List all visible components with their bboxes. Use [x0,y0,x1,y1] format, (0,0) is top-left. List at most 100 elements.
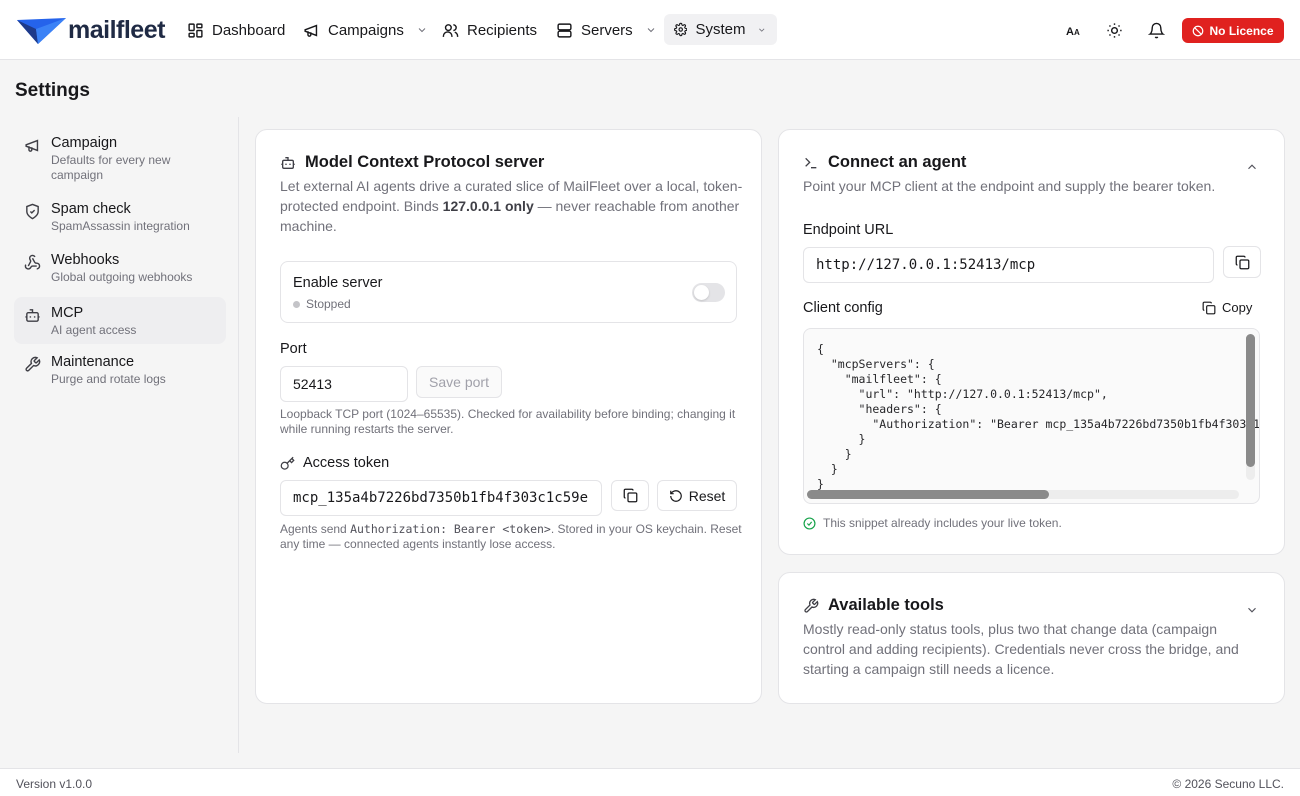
theme-sun-icon[interactable] [1104,20,1124,40]
mailfleet-logo-icon [17,18,66,44]
page-title: Settings [15,80,90,101]
sidebar-item-subtitle: Global outgoing webhooks [51,270,193,284]
copy-token-button[interactable] [611,480,649,511]
nav-servers-label: Servers [581,21,633,39]
card-title: Connect an agent [803,153,966,172]
sidebar-item-maintenance[interactable]: Maintenance Purge and rotate logs [14,346,226,394]
sidebar-item-label: Campaign [51,135,118,151]
available-tools-card: Available tools Mostly read-only status … [778,572,1285,704]
nav-campaigns-label: Campaigns [328,21,404,39]
megaphone-icon [304,24,318,37]
sidebar-item-mcp[interactable]: MCP AI agent access [14,297,226,344]
enable-server-row: Enable server Stopped [280,261,737,323]
sidebar-item-subtitle: AI agent access [51,323,137,337]
nav-recipients[interactable]: Recipients [432,14,547,46]
card-title: Model Context Protocol server [280,153,544,172]
key-icon [280,456,295,470]
svg-text:A: A [1066,26,1074,37]
access-token-input[interactable]: mcp_135a4b7226bd7350b1fb4f303c1c59e [280,480,602,516]
port-input[interactable]: 52413 [280,366,408,402]
no-licence-button[interactable]: No Licence [1182,18,1284,43]
shield-icon [26,203,39,220]
wrench-icon [804,598,819,613]
token-help-code: Authorization: Bearer <token> [350,522,551,536]
copy-endpoint-button[interactable] [1223,246,1261,278]
sidebar-item-label: Maintenance [51,354,135,370]
sidebar-item-subtitle: Defaults for every new campaign [51,153,171,182]
nav-system[interactable]: System [664,14,777,45]
webhook-icon [24,254,41,270]
sidebar-item-subtitle: Purge and rotate logs [51,372,166,386]
gear-icon [674,22,688,37]
nav-dashboard[interactable]: Dashboard [177,14,295,46]
nav-campaigns[interactable]: Campaigns [293,14,438,46]
bell-icon[interactable] [1146,20,1166,40]
sidebar-divider [238,117,239,753]
chevron-down-icon [418,28,426,33]
tools-title: Available tools [828,596,944,614]
megaphone-icon [25,139,39,152]
terminal-icon [805,157,817,168]
sidebar-item-label: MCP [51,305,84,321]
sidebar-item-label: Webhooks [51,252,120,268]
save-port-button[interactable]: Save port [416,366,502,398]
reset-token-button[interactable]: Reset [657,480,737,511]
sidebar-item-subtitle: SpamAssassin integration [51,219,190,233]
horizontal-scrollbar-thumb[interactable] [807,490,1049,499]
access-token-label: Access token [303,455,390,471]
nav-recipients-label: Recipients [467,21,538,39]
users-icon [442,23,459,37]
chevron-down-icon [759,28,765,32]
connect-title: Connect an agent [828,153,967,171]
access-token-heading: Access token [280,455,389,471]
nav-dashboard-label: Dashboard [212,21,286,39]
card-title: Available tools [803,596,944,615]
client-config-json: { "mcpServers": { "mailfleet": { "url": … [817,342,1260,491]
endpoint-url-input[interactable]: http://127.0.0.1:52413/mcp [803,247,1214,283]
copy-icon [623,488,637,503]
check-circle-icon [803,516,816,530]
chevron-down-icon [647,28,655,33]
reset-label: Reset [688,487,726,504]
server-status-text: Stopped [306,297,351,311]
chevron-up-icon[interactable] [1245,160,1259,174]
sidebar-item-label: Spam check [51,201,131,217]
bot-icon [25,309,40,322]
svg-text:A: A [1074,28,1080,37]
font-size-icon[interactable]: AA [1064,20,1084,40]
nav-system-label: System [695,21,746,38]
chevron-down-icon[interactable] [1245,603,1259,617]
copyright-text: © 2026 Secuno LLC. [1172,777,1284,791]
mcp-desc-bind-address: 127.0.0.1 only [442,198,534,214]
tools-description: Mostly read-only status tools, plus two … [803,621,1239,677]
enable-server-toggle[interactable] [692,283,725,302]
token-help-part-1: Agents send [280,522,351,536]
client-config-label: Client config [803,300,883,316]
client-config-code[interactable]: { "mcpServers": { "mailfleet": { "url": … [803,328,1260,504]
vertical-scrollbar-thumb[interactable] [1246,334,1255,467]
sidebar-item-webhooks[interactable]: Webhooks Global outgoing webhooks [14,244,226,292]
config-note-text: This snippet already includes your live … [823,516,1062,530]
server-status: Stopped [293,297,351,311]
status-dot [293,300,300,308]
version-text: Version v1.0.0 [16,777,93,791]
server-icon [557,22,572,38]
mcp-server-card: Model Context Protocol server Let extern… [255,129,762,704]
connect-agent-card: Connect an agent Point your MCP client a… [778,129,1285,555]
copy-icon [1235,255,1249,269]
licence-label: No Licence [1209,23,1274,38]
dashboard-icon [188,22,203,38]
bot-icon [281,156,295,169]
footer: Version v1.0.0 © 2026 Secuno LLC. [0,768,1300,796]
sidebar-item-campaign[interactable]: Campaign Defaults for every new campaign [14,127,226,190]
port-help-text: Loopback TCP port (1024–65535). Checked … [280,407,736,436]
sidebar-item-spam-check[interactable]: Spam check SpamAssassin integration [14,193,226,241]
brand-logo[interactable]: mailfleet [16,14,165,46]
nav-servers[interactable]: Servers [546,14,667,46]
port-label: Port [280,341,307,357]
rotate-ccw-icon [669,489,682,502]
ban-icon [1193,25,1204,36]
mcp-title: Model Context Protocol server [305,153,545,171]
copy-config-button[interactable]: Copy [1202,300,1252,315]
wrench-icon [25,356,41,372]
